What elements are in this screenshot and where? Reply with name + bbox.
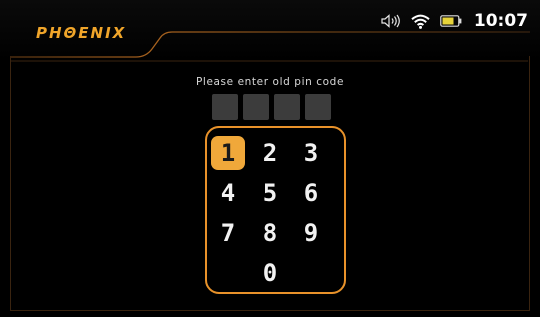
key-9[interactable]: 9 xyxy=(294,216,328,250)
key-6[interactable]: 6 xyxy=(294,176,328,210)
key-4[interactable]: 4 xyxy=(211,176,245,210)
pin-screen: PHΘENIX 10:07 Please enter old pin code … xyxy=(0,0,540,317)
pin-slot xyxy=(212,94,238,120)
pin-slot xyxy=(274,94,300,120)
key-3[interactable]: 3 xyxy=(294,136,328,170)
key-1[interactable]: 1 xyxy=(211,136,245,170)
key-2[interactable]: 2 xyxy=(253,136,287,170)
pin-entry xyxy=(212,94,331,120)
key-5[interactable]: 5 xyxy=(253,176,287,210)
keypad: 1 2 3 4 5 6 7 8 9 0 xyxy=(205,126,346,294)
pin-prompt: Please enter old pin code xyxy=(196,76,344,88)
key-8[interactable]: 8 xyxy=(253,216,287,250)
key-7[interactable]: 7 xyxy=(211,216,245,250)
key-0[interactable]: 0 xyxy=(253,256,287,290)
pin-slot xyxy=(305,94,331,120)
pin-slot xyxy=(243,94,269,120)
